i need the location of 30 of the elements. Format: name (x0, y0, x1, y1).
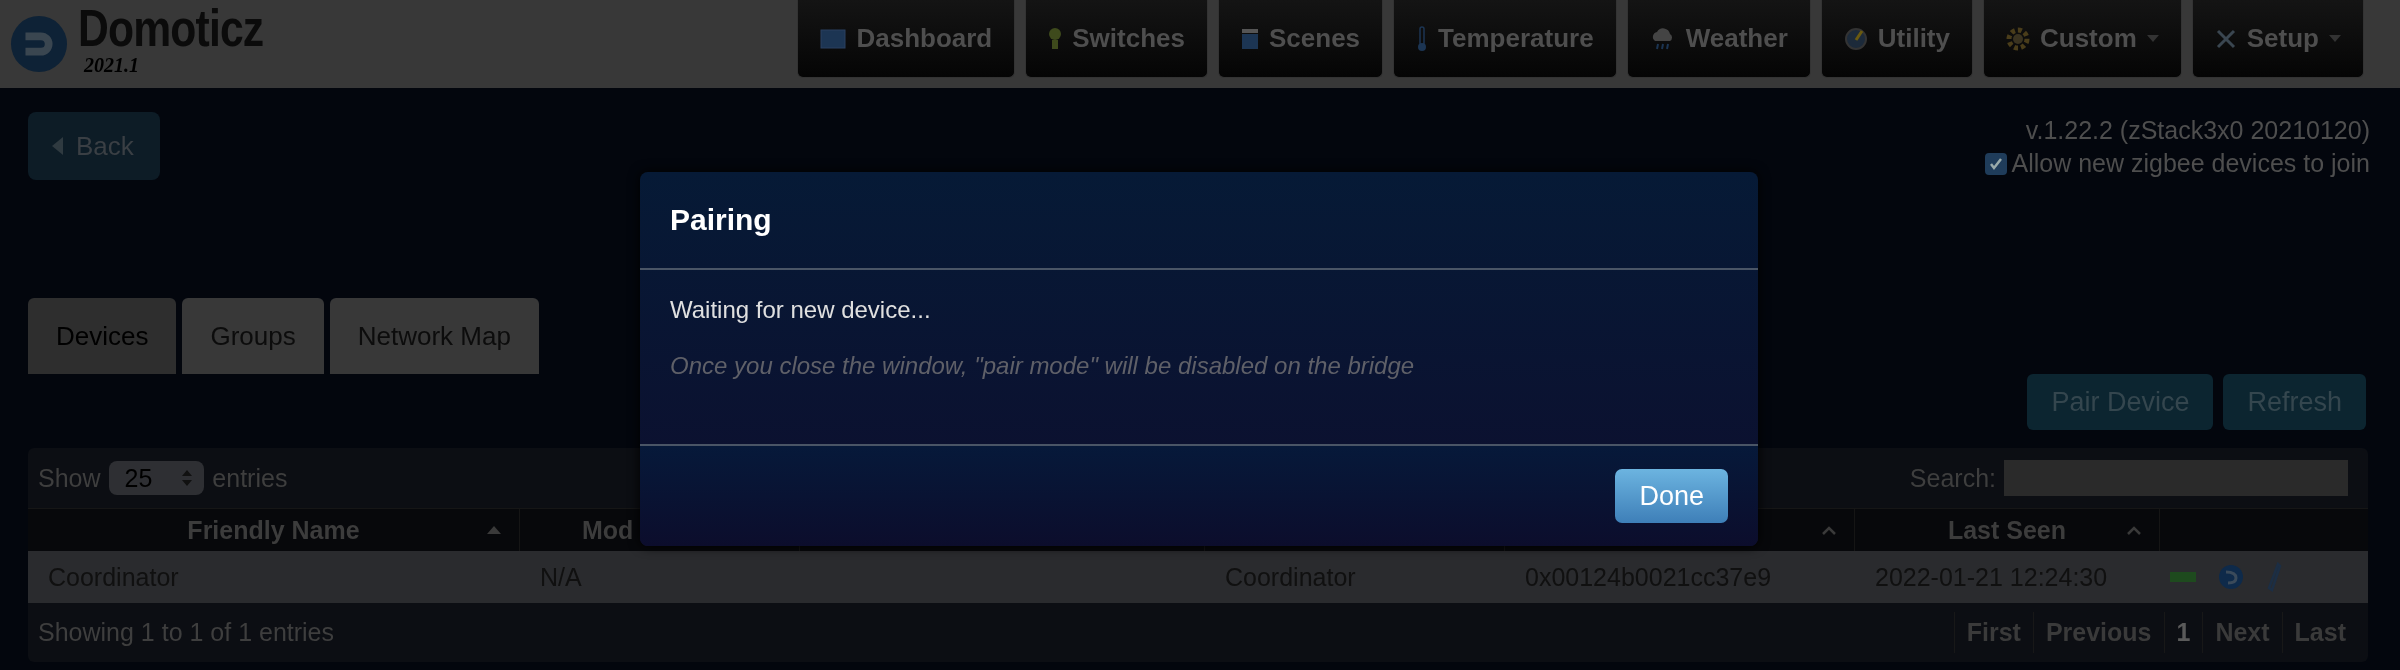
plugin-version: v.1.22.2 (zStack3x0 20210120) (2025, 116, 2370, 145)
pagination-button[interactable]: 1 (2163, 611, 2203, 653)
dialog-note: Once you close the window, "pair mode" will be disabled on the bridge (670, 352, 1416, 380)
dashboard-icon (820, 28, 847, 49)
nav-button[interactable]: Weather (1626, 0, 1811, 78)
nav-button[interactable]: Setup (2191, 0, 2364, 78)
app-version: 2021.1 (84, 54, 140, 77)
nav-button[interactable]: Utility (1820, 0, 1973, 78)
checkbox-label: Allow new zigbee devices to join (2011, 149, 2370, 178)
nav-button[interactable]: Switches (1025, 0, 1208, 78)
gauge-icon (1843, 26, 1868, 51)
device-icon[interactable] (2170, 570, 2196, 584)
done-button[interactable]: Done (1615, 469, 1728, 523)
nav-button[interactable]: Dashboard (797, 0, 1016, 78)
caret-icon (2146, 34, 2159, 43)
gear-icon (2006, 26, 2030, 51)
dialog-title: Pairing (670, 203, 772, 237)
search-field[interactable] (2004, 460, 2348, 496)
dialog-message: Waiting for new device... (670, 296, 932, 324)
nav-button[interactable]: Temperature (1393, 0, 1617, 78)
thermometer-icon (1416, 25, 1429, 52)
caret-icon (2329, 34, 2341, 43)
nav-button[interactable]: Custom (1983, 0, 2182, 78)
checkbox[interactable] (1985, 152, 2008, 175)
logo-icon (10, 14, 68, 73)
nav-button[interactable]: Scenes (1218, 0, 1384, 78)
back-arrow-icon (52, 137, 64, 155)
spinner-arrows-icon (182, 469, 193, 487)
bulb-icon (1048, 26, 1063, 51)
sort-arrow-icon[interactable] (487, 526, 501, 534)
